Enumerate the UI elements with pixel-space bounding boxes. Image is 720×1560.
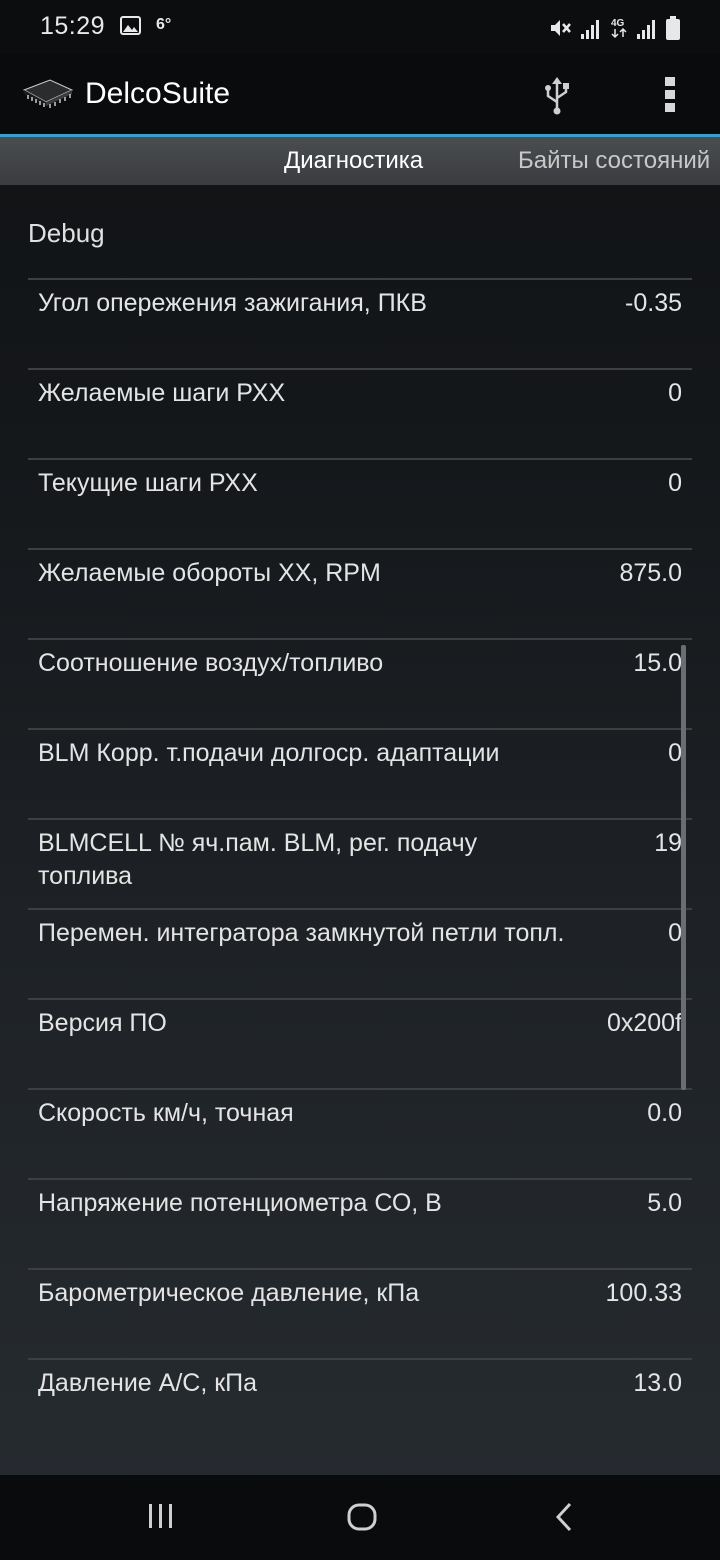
more-vert-icon[interactable]: [654, 74, 688, 116]
app-bar: DelcoSuite: [0, 54, 720, 137]
param-row[interactable]: Скорость км/ч, точная 0.0: [28, 1088, 692, 1178]
image-icon: [120, 16, 141, 35]
param-label: BLMCELL № яч.пам. BLM, рег. подачу топли…: [38, 829, 478, 890]
tab-status-bytes[interactable]: Байты состояний: [518, 147, 710, 175]
4g-icon: 4G: [611, 18, 627, 39]
param-row[interactable]: Соотношение воздух/топливо 15.0: [28, 638, 692, 728]
param-label: Барометрическое давление, кПа: [38, 1279, 420, 1307]
param-value: 13.0: [633, 1369, 682, 1397]
param-row[interactable]: BLM Корр. т.подачи долгоср. адаптации 0: [28, 728, 692, 818]
param-row[interactable]: Желаемые обороты ХХ, RPM 875.0: [28, 548, 692, 638]
param-label: Версия ПО: [38, 1009, 167, 1037]
param-label: BLM Корр. т.подачи долгоср. адаптации: [38, 739, 500, 767]
chip-logo-icon: [22, 79, 74, 108]
status-time: 15:29: [40, 12, 106, 40]
tab-diagnostics[interactable]: Диагностика: [284, 147, 423, 175]
param-row[interactable]: Барометрическое давление, кПа 100.33: [28, 1268, 692, 1358]
param-row[interactable]: Угол опережения зажигания, ПКВ -0.35: [28, 278, 692, 368]
scrollbar[interactable]: [681, 645, 686, 1090]
param-value: -0.35: [625, 289, 682, 317]
svg-text:4G: 4G: [611, 18, 625, 29]
param-row[interactable]: Давление A/C, кПа 13.0: [28, 1358, 692, 1448]
app-title: DelcoSuite: [85, 77, 231, 110]
param-row[interactable]: Напряжение потенциометра СО, В 5.0: [28, 1178, 692, 1268]
status-bar: 15:29 6° 4G: [0, 0, 720, 54]
param-label: Давление A/C, кПа: [38, 1369, 258, 1397]
usb-icon[interactable]: [540, 76, 574, 116]
param-label: Угол опережения зажигания, ПКВ: [38, 289, 427, 317]
param-value: 19: [654, 829, 682, 857]
param-label: Текущие шаги РХХ: [38, 469, 258, 497]
nav-bar: [0, 1475, 720, 1560]
status-temperature: 6°: [156, 16, 172, 33]
back-icon[interactable]: [550, 1501, 580, 1533]
content-area: Debug Угол опережения зажигания, ПКВ -0.…: [0, 185, 720, 1475]
param-value: 100.33: [605, 1279, 682, 1307]
param-list: Угол опережения зажигания, ПКВ -0.35 Жел…: [28, 278, 692, 1448]
param-value: 0: [668, 739, 682, 767]
param-value: 0x200f: [606, 1009, 682, 1037]
param-row[interactable]: Желаемые шаги РХХ 0: [28, 368, 692, 458]
param-value: 0.0: [647, 1099, 682, 1127]
param-value: 0: [668, 919, 682, 947]
signal-icon-2: [637, 20, 655, 39]
signal-icon: [581, 20, 599, 39]
section-title: Debug: [28, 218, 105, 248]
param-label: Соотношение воздух/топливо: [38, 649, 384, 677]
param-label: Скорость км/ч, точная: [38, 1099, 294, 1127]
status-icons: 4G: [548, 14, 680, 40]
param-value: 0: [668, 379, 682, 407]
param-row[interactable]: Версия ПО 0x200f: [28, 998, 692, 1088]
param-row[interactable]: Перемен. интегратора замкнутой петли топ…: [28, 908, 692, 998]
param-value: 875.0: [619, 559, 682, 587]
param-label: Перемен. интегратора замкнутой петли топ…: [38, 919, 565, 947]
param-value: 15.0: [633, 649, 682, 677]
recents-icon[interactable]: [146, 1501, 176, 1531]
param-label: Желаемые обороты ХХ, RPM: [38, 559, 381, 587]
param-label: Напряжение потенциометра СО, В: [38, 1189, 442, 1217]
param-row[interactable]: BLMCELL № яч.пам. BLM, рег. подачу топли…: [28, 818, 692, 908]
param-label: Желаемые шаги РХХ: [38, 379, 286, 407]
mute-icon: [551, 20, 571, 36]
param-value: 0: [668, 469, 682, 497]
tab-bar: Диагностика Байты состояний: [0, 137, 720, 185]
home-icon[interactable]: [346, 1501, 378, 1533]
battery-icon: [666, 16, 680, 40]
app-screen: 15:29 6° 4G DelcoSuite Диагностика Байты…: [0, 0, 720, 1560]
param-row[interactable]: Текущие шаги РХХ 0: [28, 458, 692, 548]
param-value: 5.0: [647, 1189, 682, 1217]
